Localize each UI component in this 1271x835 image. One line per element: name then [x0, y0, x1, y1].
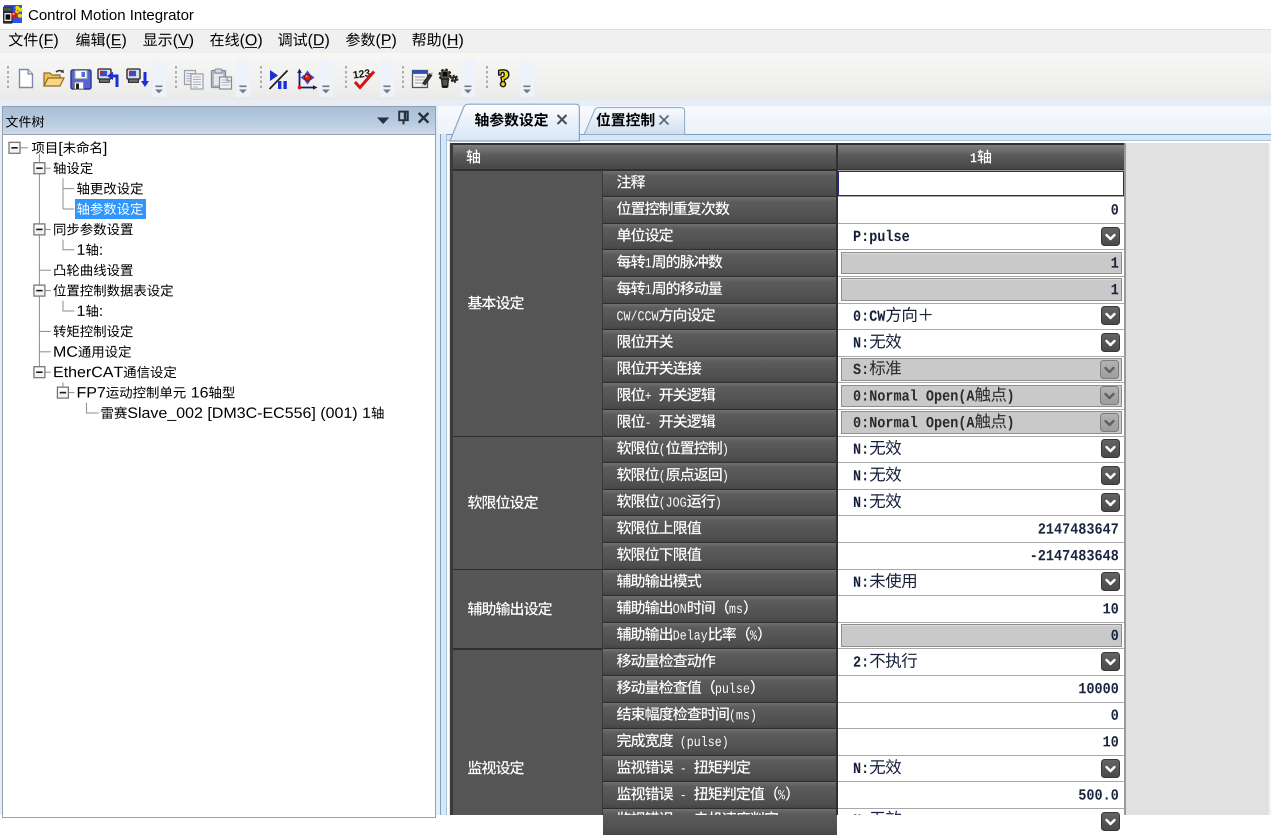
svg-text:?: ? [498, 68, 510, 91]
